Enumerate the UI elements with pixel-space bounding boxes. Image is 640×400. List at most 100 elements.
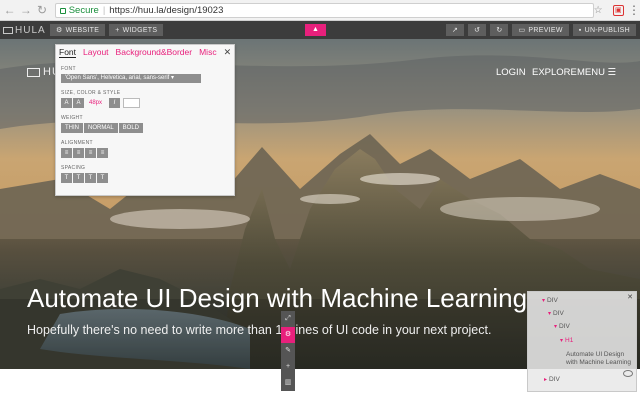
- tree-node-selected[interactable]: ▾ H1: [560, 337, 573, 344]
- logo-box-icon: [3, 26, 13, 34]
- chevron-down-icon: ▾: [171, 75, 175, 81]
- dom-tree-panel: ✕ ▾ DIV ▾ DIV ▾ DIV ▾ H1 Automate UI Design …: [527, 291, 637, 392]
- hero-title[interactable]: Automate UI Design with Machine Learning: [27, 283, 527, 314]
- tree-close-icon[interactable]: ✕: [627, 293, 633, 301]
- pin-button[interactable]: ▲: [305, 24, 326, 36]
- tree-node-label: DIV: [547, 297, 558, 304]
- preview-button-label: PREVIEW: [528, 26, 563, 34]
- spacing-row: T T T T: [61, 173, 229, 183]
- font-family-value: 'Open Sans', Helvetica, arial, sans-seri…: [65, 75, 170, 81]
- letter-spacing-icon[interactable]: T: [61, 173, 72, 183]
- back-arrow-icon[interactable]: ←: [3, 3, 16, 17]
- align-center-icon[interactable]: ≡: [73, 148, 84, 158]
- font-family-select[interactable]: 'Open Sans', Helvetica, arial, sans-seri…: [61, 74, 201, 83]
- browser-menu-icon[interactable]: ⋮: [628, 4, 640, 16]
- element-action-bar: ⤢ ⚙ ✎ + ▥: [281, 311, 295, 391]
- weight-bold-button[interactable]: BOLD: [118, 123, 144, 133]
- widgets-button-label: WIDGETS: [122, 26, 158, 34]
- caret-down-icon: ▾: [554, 324, 558, 330]
- line-height-icon[interactable]: T: [85, 173, 96, 183]
- style-tabs: Font Layout Background&Border Misc ✕: [56, 45, 234, 59]
- size-label: SIZE, COLOR & STYLE: [61, 90, 121, 96]
- monitor-icon: ▭: [518, 27, 526, 34]
- nav-menu-label: MENU: [577, 67, 605, 78]
- align-justify-icon[interactable]: ≡: [85, 148, 96, 158]
- add-icon[interactable]: +: [281, 359, 295, 375]
- plus-icon: +: [115, 26, 120, 34]
- caret-right-icon: ▸: [544, 377, 548, 383]
- expand-icon: ↗: [451, 27, 459, 34]
- nav-menu-link[interactable]: MENU ☰: [577, 67, 616, 78]
- tree-node[interactable]: ▸ DIV: [544, 376, 560, 383]
- unpublish-button-label: UN-PUBLISH: [584, 26, 630, 34]
- trash-icon[interactable]: ▥: [281, 375, 295, 391]
- font-label: FONT: [61, 66, 76, 72]
- weight-thin-button[interactable]: THIN: [61, 123, 83, 133]
- tab-misc[interactable]: Misc: [199, 47, 216, 57]
- preview-button[interactable]: ▭ PREVIEW: [512, 24, 569, 36]
- site-logo-box-icon: [27, 67, 40, 77]
- close-icon[interactable]: ✕: [224, 47, 232, 58]
- lock-icon: ▪: [578, 26, 582, 34]
- caret-down-icon: ▾: [548, 311, 552, 317]
- browser-chrome: ← → ↻ Secure | https://huu.la/design/190…: [0, 0, 640, 21]
- spacing-label: SPACING: [61, 165, 86, 171]
- style-editor-panel: Font Layout Background&Border Misc ✕ FON…: [55, 44, 235, 196]
- editor-logo-text: HULA: [15, 24, 46, 36]
- url-separator: |: [102, 4, 106, 16]
- unpublish-button[interactable]: ▪ UN-PUBLISH: [572, 24, 636, 36]
- widgets-button[interactable]: + WIDGETS: [109, 24, 164, 36]
- reload-icon[interactable]: ↻: [35, 3, 48, 17]
- font-size-value[interactable]: 48px: [89, 100, 102, 106]
- tree-node[interactable]: ▾ DIV: [554, 323, 570, 330]
- redo-icon: ↻: [496, 27, 503, 34]
- forward-arrow-icon[interactable]: →: [19, 3, 32, 17]
- collapse-button[interactable]: ↗: [445, 24, 465, 36]
- tab-layout[interactable]: Layout: [83, 47, 109, 57]
- weight-label: WEIGHT: [61, 115, 83, 121]
- url-text[interactable]: https://huu.la/design/19023: [109, 5, 223, 16]
- address-bar[interactable]: Secure | https://huu.la/design/19023: [54, 2, 594, 18]
- weight-row: THIN NORMAL BOLD: [61, 123, 229, 133]
- gear-icon: ⚙: [56, 27, 63, 34]
- nav-explore-link[interactable]: EXPLORE: [532, 67, 577, 78]
- font-size-decrease-button[interactable]: A: [73, 98, 84, 108]
- lock-icon: [59, 8, 66, 14]
- secure-label: Secure: [68, 4, 99, 16]
- tab-background-border[interactable]: Background&Border: [116, 47, 193, 57]
- word-spacing-icon[interactable]: T: [73, 173, 84, 183]
- tree-node-label: DIV: [559, 323, 570, 330]
- text-indent-icon[interactable]: T: [97, 173, 108, 183]
- size-row: A A 48px I: [61, 98, 229, 108]
- hamburger-icon: ☰: [607, 67, 617, 78]
- pencil-icon[interactable]: ✎: [281, 343, 295, 359]
- weight-normal-button[interactable]: NORMAL: [84, 123, 118, 133]
- italic-button[interactable]: I: [109, 98, 121, 108]
- undo-icon: ↺: [474, 27, 481, 34]
- tree-node[interactable]: ▾ DIV: [542, 297, 558, 304]
- undo-button[interactable]: ↺: [468, 24, 487, 36]
- eye-icon[interactable]: [623, 370, 633, 377]
- tab-font[interactable]: Font: [59, 47, 77, 58]
- hero-subtitle[interactable]: Hopefully there's no need to write more …: [27, 323, 491, 337]
- caret-down-icon: ▾: [560, 338, 564, 344]
- tree-node-label: H1: [565, 337, 574, 344]
- pin-icon: ▲: [312, 26, 319, 33]
- toolbar-right-group: ↗ ↺ ↻ ▭ PREVIEW ▪ UN-PUBLISH: [442, 24, 636, 36]
- fullscreen-icon[interactable]: ⤢: [281, 311, 295, 327]
- caret-down-icon: ▾: [542, 298, 546, 304]
- tree-node-text[interactable]: Automate UI Design with Machine Learning: [566, 351, 636, 367]
- redo-button[interactable]: ↻: [490, 24, 509, 36]
- extension-icon[interactable]: ▣: [612, 4, 625, 16]
- bookmark-star-icon[interactable]: ☆: [594, 5, 603, 16]
- align-right-icon[interactable]: ≡: [97, 148, 108, 158]
- website-button[interactable]: ⚙ WEBSITE: [50, 24, 106, 36]
- style-gear-icon[interactable]: ⚙: [281, 327, 295, 343]
- nav-login-link[interactable]: LOGIN: [496, 67, 526, 78]
- font-size-increase-button[interactable]: A: [61, 98, 72, 108]
- editor-toolbar: HULA ⚙ WEBSITE + WIDGETS ▲ ↗ ↺ ↻ ▭ PREVI…: [0, 21, 640, 39]
- editor-logo[interactable]: HULA: [0, 25, 50, 36]
- color-swatch[interactable]: [123, 98, 141, 108]
- align-left-icon[interactable]: ≡: [61, 148, 72, 158]
- tree-node[interactable]: ▾ DIV: [548, 310, 564, 317]
